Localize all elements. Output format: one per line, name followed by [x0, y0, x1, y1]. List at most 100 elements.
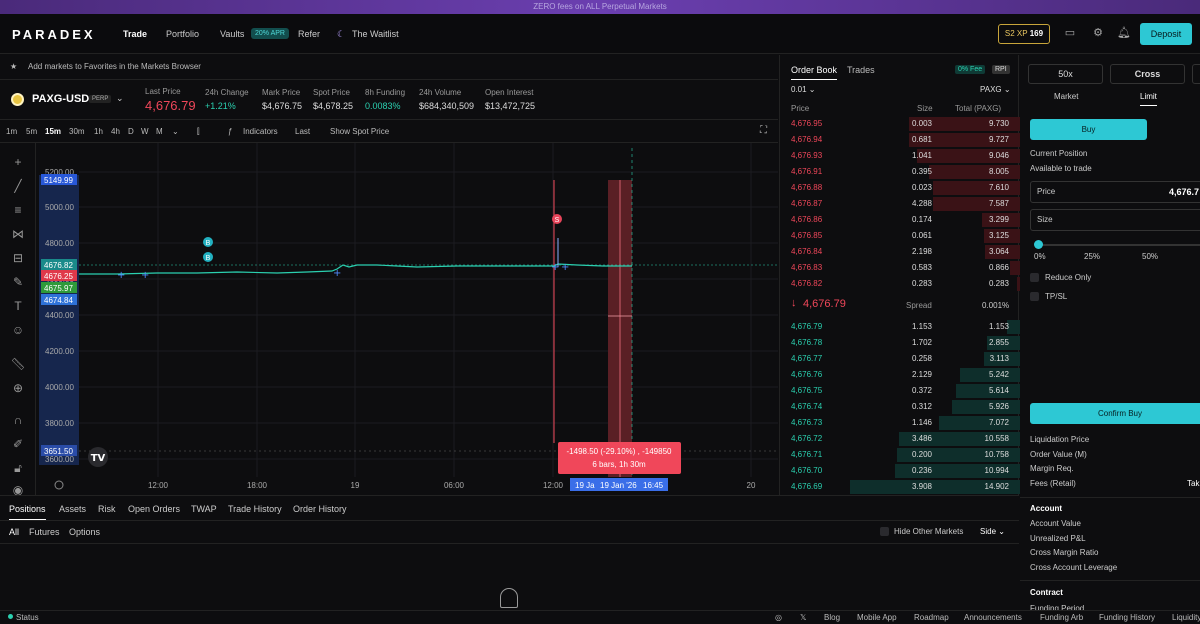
- nav-waitlist[interactable]: The Waitlist: [352, 29, 399, 39]
- text-icon[interactable]: T: [10, 299, 26, 315]
- emoji-icon[interactable]: ☺: [10, 323, 26, 339]
- footer-funding-arb[interactable]: Funding Arb: [1040, 613, 1083, 622]
- tab-trades[interactable]: Trades: [847, 65, 875, 75]
- tab-open-orders[interactable]: Open Orders: [128, 504, 180, 514]
- indicators-button[interactable]: Indicators: [243, 127, 278, 136]
- bid-row[interactable]: 4,676.70 0.236 10.994: [780, 463, 1020, 479]
- tf-15m[interactable]: 15m: [45, 127, 61, 136]
- ask-row[interactable]: 4,676.93 1.041 9.046: [780, 148, 1020, 164]
- status-link[interactable]: Status: [16, 613, 39, 622]
- xp-badge[interactable]: S2 XP 169: [998, 24, 1050, 44]
- bid-row[interactable]: 4,676.75 0.372 5.614: [780, 383, 1020, 399]
- bid-row[interactable]: 4,676.79 1.153 1.153: [780, 319, 1020, 335]
- ask-row[interactable]: 4,676.83 0.583 0.866: [780, 260, 1020, 276]
- ask-row[interactable]: 4,676.95 0.003 9.730: [780, 116, 1020, 132]
- ask-row[interactable]: 4,676.82 0.283 0.283: [780, 276, 1020, 292]
- buy-marker[interactable]: B: [203, 252, 213, 262]
- rpi-badge[interactable]: RPI: [992, 65, 1010, 74]
- deposit-button[interactable]: Deposit: [1140, 23, 1192, 45]
- footer-funding-history[interactable]: Funding History: [1099, 613, 1155, 622]
- subtab-all[interactable]: All: [9, 527, 19, 537]
- size-field[interactable]: Size: [1030, 209, 1200, 231]
- tf-1h[interactable]: 1h: [94, 127, 103, 136]
- ruler-icon[interactable]: 📏︎: [10, 357, 26, 373]
- fib-icon[interactable]: ≡: [10, 203, 26, 219]
- tab-limit[interactable]: Limit: [1140, 92, 1157, 106]
- size-slider-track[interactable]: [1038, 244, 1200, 246]
- show-spot-button[interactable]: Show Spot Price: [330, 127, 389, 136]
- bid-row[interactable]: 4,676.72 3.486 10.558: [780, 431, 1020, 447]
- ask-row[interactable]: 4,676.88 0.023 7.610: [780, 180, 1020, 196]
- tpsl-checkbox[interactable]: [1030, 292, 1039, 301]
- margin-mode-button[interactable]: Cross: [1110, 64, 1185, 84]
- x-icon[interactable]: 𝕏: [800, 613, 806, 622]
- tab-assets[interactable]: Assets: [59, 504, 86, 514]
- tf-w[interactable]: W: [141, 127, 149, 136]
- buy-tab[interactable]: Buy: [1030, 119, 1147, 140]
- leverage-button[interactable]: 50x: [1028, 64, 1103, 84]
- candles-icon[interactable]: ⫿: [197, 127, 200, 137]
- price-chart[interactable]: B B S + + + + + 5200.005000.004800.00460…: [37, 143, 778, 495]
- tab-market[interactable]: Market: [1054, 92, 1078, 101]
- ask-row[interactable]: 4,676.84 2.198 3.064: [780, 244, 1020, 260]
- footer-blog[interactable]: Blog: [824, 613, 840, 622]
- ask-row[interactable]: 4,676.87 4.288 7.587: [780, 196, 1020, 212]
- ask-row[interactable]: 4,676.86 0.174 3.299: [780, 212, 1020, 228]
- promo-banner[interactable]: ZERO fees on ALL Perpetual Markets: [0, 0, 1200, 14]
- ask-row[interactable]: 4,676.94 0.681 9.727: [780, 132, 1020, 148]
- fullscreen-icon[interactable]: ⛶: [760, 125, 767, 136]
- crosshair-icon[interactable]: +: [10, 155, 26, 171]
- bell-icon[interactable]: 🔔︎: [1116, 25, 1132, 41]
- tick-size-select[interactable]: 0.01 ⌄: [791, 85, 816, 94]
- tab-trade-history[interactable]: Trade History: [228, 504, 282, 514]
- pattern-icon[interactable]: ⋈: [10, 227, 26, 243]
- bid-row[interactable]: 4,676.74 0.312 5.926: [780, 399, 1020, 415]
- lock-drawing-icon[interactable]: ✐: [10, 437, 26, 453]
- tf-1m[interactable]: 1m: [6, 127, 17, 136]
- footer-liquidity[interactable]: Liquidity: [1172, 613, 1200, 622]
- tab-positions[interactable]: Positions: [9, 504, 46, 520]
- footer-roadmap[interactable]: Roadmap: [914, 613, 949, 622]
- reduce-only-checkbox[interactable]: [1030, 273, 1039, 282]
- bid-row[interactable]: 4,676.71 0.200 10.758: [780, 447, 1020, 463]
- discord-icon[interactable]: ◎: [775, 613, 782, 622]
- footer-mobile-app[interactable]: Mobile App: [857, 613, 897, 622]
- tf-m[interactable]: M: [156, 127, 163, 136]
- terminal-icon[interactable]: ▭: [1062, 25, 1078, 41]
- tab-risk[interactable]: Risk: [98, 504, 116, 514]
- hide-other-checkbox[interactable]: [880, 527, 889, 536]
- brush-icon[interactable]: ✎: [10, 275, 26, 291]
- tf-4h[interactable]: 4h: [111, 127, 120, 136]
- tab-twap[interactable]: TWAP: [191, 504, 217, 514]
- bid-row[interactable]: 4,676.77 0.258 3.113: [780, 351, 1020, 367]
- footer-announcements[interactable]: Announcements: [964, 613, 1022, 622]
- price-field[interactable]: Price 4,676.7: [1030, 181, 1200, 203]
- last-button[interactable]: Last: [295, 127, 310, 136]
- side-select[interactable]: Side ⌄: [980, 527, 1005, 536]
- nav-refer[interactable]: Refer: [298, 29, 320, 39]
- subtab-futures[interactable]: Futures: [29, 527, 60, 537]
- confirm-buy-button[interactable]: Confirm Buy: [1030, 403, 1200, 424]
- nav-portfolio[interactable]: Portfolio: [166, 29, 199, 39]
- nav-vaults[interactable]: Vaults: [220, 29, 244, 39]
- tab-order-history[interactable]: Order History: [293, 504, 347, 514]
- subtab-options[interactable]: Options: [69, 527, 100, 537]
- nav-trade[interactable]: Trade: [123, 29, 147, 39]
- trendline-icon[interactable]: ╱: [10, 179, 26, 195]
- tradingview-logo[interactable]: TV: [88, 447, 108, 467]
- chevron-down-icon[interactable]: ⌄: [116, 93, 124, 104]
- lock-icon[interactable]: 🔓︎: [10, 461, 26, 477]
- gear-icon[interactable]: ⚙: [1090, 25, 1106, 41]
- star-icon[interactable]: ★: [10, 62, 17, 71]
- magnet-icon[interactable]: ∩: [10, 413, 26, 429]
- tab-order-book[interactable]: Order Book: [791, 65, 838, 80]
- size-slider-handle[interactable]: [1034, 240, 1043, 249]
- tf-5m[interactable]: 5m: [26, 127, 37, 136]
- tf-d[interactable]: D: [128, 127, 134, 136]
- zoom-icon[interactable]: ⊕: [10, 381, 26, 397]
- tf-30m[interactable]: 30m: [69, 127, 85, 136]
- bid-row[interactable]: 4,676.69 3.908 14.902: [780, 479, 1020, 495]
- sell-marker[interactable]: S: [552, 214, 562, 224]
- fx-icon[interactable]: ƒ: [228, 127, 232, 136]
- market-symbol[interactable]: PAXG-USD: [32, 93, 89, 105]
